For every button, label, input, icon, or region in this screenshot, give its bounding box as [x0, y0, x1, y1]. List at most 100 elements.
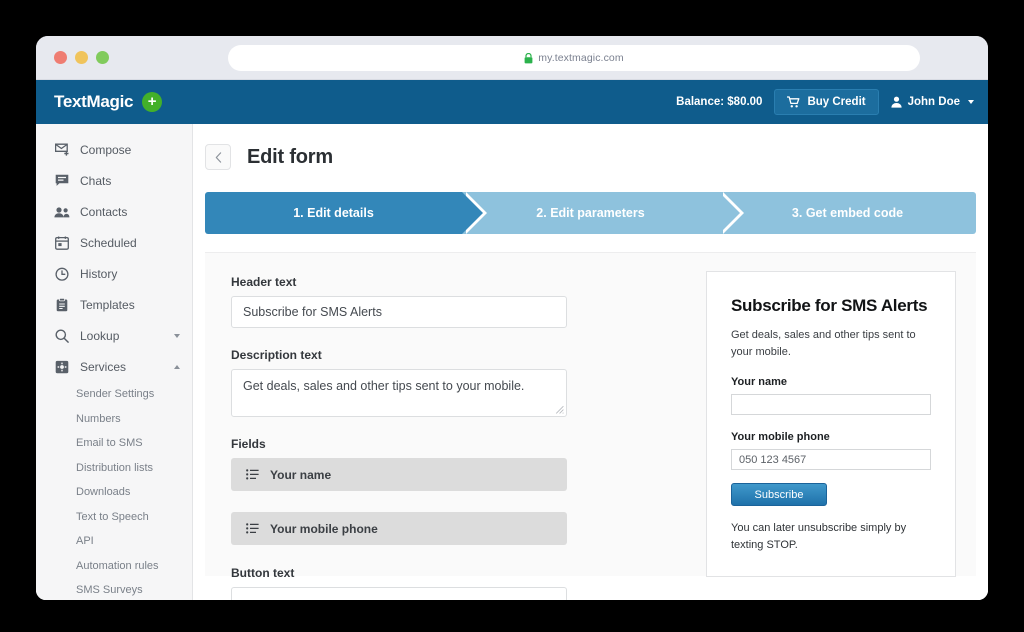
- sidebar-item-label: Contacts: [80, 204, 128, 219]
- sidebar-item-chats[interactable]: Chats: [36, 165, 192, 196]
- field-chip-your-mobile-phone[interactable]: Your mobile phone: [231, 512, 567, 545]
- sidebar-item-contacts[interactable]: Contacts: [36, 196, 192, 227]
- chat-bubble-icon: [54, 174, 70, 187]
- sidebar-subitem-label: Text to Speech: [76, 510, 149, 523]
- header-text-input[interactable]: Subscribe for SMS Alerts: [231, 296, 567, 328]
- field-chip-label: Your name: [270, 467, 332, 482]
- sidebar-subitem-downloads[interactable]: Downloads: [36, 480, 192, 505]
- sidebar-item-compose[interactable]: Compose: [36, 134, 192, 165]
- sidebar-subitem-sms-surveys[interactable]: SMS Surveys: [36, 578, 192, 600]
- step-wizard: 1. Edit details 2. Edit parameters 3. Ge…: [205, 192, 976, 234]
- preview-note: You can later unsubscribe simply by text…: [731, 522, 907, 551]
- sidebar-subitem-label: SMS Surveys: [76, 584, 143, 597]
- field-chip-your-name[interactable]: Your name: [231, 458, 567, 491]
- page-title: Edit form: [247, 145, 333, 168]
- sidebar-item-label: Compose: [80, 142, 132, 157]
- description-text-input[interactable]: Get deals, sales and other tips sent to …: [231, 369, 567, 417]
- preview-pane: Subscribe for SMS Alerts Get deals, sale…: [686, 253, 976, 577]
- brand-logo[interactable]: TextMagic +: [54, 92, 163, 112]
- sidebar-item-services[interactable]: Services: [36, 351, 192, 382]
- sidebar-subitem-sender-settings[interactable]: Sender Settings: [36, 382, 192, 407]
- compose-envelope-icon: [54, 143, 70, 156]
- sidebar-item-label: Templates: [80, 297, 135, 312]
- address-bar[interactable]: my.textmagic.com: [228, 45, 920, 71]
- preview-subscribe-button[interactable]: Subscribe: [731, 483, 827, 507]
- sidebar: Compose Chats Contacts Scheduled History…: [36, 124, 193, 600]
- sidebar-subitem-numbers[interactable]: Numbers: [36, 407, 192, 432]
- buy-credit-button[interactable]: Buy Credit: [774, 89, 879, 115]
- preview-phone-label: Your mobile phone: [731, 431, 830, 444]
- calendar-icon: [54, 236, 70, 250]
- padlock-icon: [524, 52, 533, 64]
- sidebar-subitem-email-to-sms[interactable]: Email to SMS: [36, 431, 192, 456]
- search-icon: [54, 329, 70, 343]
- header-text-label: Header text: [231, 275, 297, 289]
- sidebar-item-label: Services: [80, 359, 127, 374]
- sidebar-subitem-label: Distribution lists: [76, 461, 154, 474]
- chevron-down-icon: [968, 100, 974, 104]
- cart-icon: [787, 96, 800, 108]
- preview-name-input[interactable]: [731, 394, 931, 416]
- user-menu[interactable]: John Doe: [891, 96, 974, 108]
- button-text-input[interactable]: [231, 587, 567, 600]
- drag-list-icon: [246, 469, 259, 480]
- navbar-right-group: Balance: $80.00 Buy Credit John Doe: [676, 89, 974, 115]
- chevron-up-icon: [174, 364, 180, 369]
- step-2-edit-parameters[interactable]: 2. Edit parameters: [462, 192, 744, 234]
- sidebar-item-history[interactable]: History: [36, 258, 192, 289]
- clipboard-icon: [54, 297, 70, 312]
- sidebar-subitem-label: Numbers: [76, 412, 121, 425]
- step-3-get-embed-code[interactable]: 3. Get embed code: [719, 192, 976, 234]
- sidebar-subitem-label: API: [76, 535, 94, 548]
- sidebar-subitem-automation-rules[interactable]: Automation rules: [36, 554, 192, 579]
- field-chip-label: Your mobile phone: [270, 521, 378, 536]
- top-navbar: TextMagic + Balance: $80.00 Buy Credit J…: [36, 80, 988, 124]
- button-text-label: Button text: [231, 566, 295, 580]
- sidebar-item-label: Chats: [80, 173, 112, 188]
- step-1-edit-details[interactable]: 1. Edit details: [205, 192, 487, 234]
- buy-credit-label: Buy Credit: [807, 96, 866, 108]
- sidebar-item-label: Scheduled: [80, 235, 137, 250]
- window-traffic-lights: [54, 51, 109, 64]
- textmagic-app: TextMagic + Balance: $80.00 Buy Credit J…: [36, 80, 988, 600]
- back-button[interactable]: [205, 144, 231, 170]
- sidebar-subitem-distribution-lists[interactable]: Distribution lists: [36, 456, 192, 481]
- page-header: Edit form: [193, 124, 988, 170]
- chevron-left-icon: [215, 151, 222, 163]
- contacts-people-icon: [54, 206, 70, 218]
- sidebar-item-scheduled[interactable]: Scheduled: [36, 227, 192, 258]
- step-separator: [462, 192, 483, 234]
- preview-name-label: Your name: [731, 376, 788, 389]
- sidebar-subitem-text-to-speech[interactable]: Text to Speech: [36, 505, 192, 530]
- description-text-value: Get deals, sales and other tips sent to …: [243, 379, 525, 393]
- description-text-label: Description text: [231, 348, 322, 362]
- sidebar-item-lookup[interactable]: Lookup: [36, 320, 192, 351]
- sidebar-subitem-api[interactable]: API: [36, 529, 192, 554]
- maximize-window-button[interactable]: [96, 51, 109, 64]
- fields-label: Fields: [231, 437, 266, 451]
- editor-form: Header text Subscribe for SMS Alerts Des…: [205, 253, 686, 600]
- close-window-button[interactable]: [54, 51, 67, 64]
- browser-titlebar: my.textmagic.com: [36, 36, 988, 80]
- preview-description: Get deals, sales and other tips sent to …: [731, 329, 916, 358]
- step-separator: [719, 192, 740, 234]
- drag-list-icon: [246, 523, 259, 534]
- preview-phone-input[interactable]: 050 123 4567: [731, 449, 931, 471]
- user-name-label: John Doe: [907, 96, 960, 108]
- editor-area: Header text Subscribe for SMS Alerts Des…: [205, 252, 976, 600]
- app-body: Compose Chats Contacts Scheduled History…: [36, 124, 988, 600]
- address-bar-text: my.textmagic.com: [538, 52, 624, 64]
- plus-badge-icon: +: [142, 92, 163, 112]
- person-icon: [891, 96, 902, 108]
- balance-label: Balance: $80.00: [676, 96, 763, 108]
- resize-handle-icon[interactable]: [555, 405, 564, 414]
- step-label: 3. Get embed code: [791, 206, 904, 220]
- gear-box-icon: [54, 360, 70, 374]
- minimize-window-button[interactable]: [75, 51, 88, 64]
- sidebar-subitem-label: Sender Settings: [76, 388, 155, 401]
- sidebar-item-label: Lookup: [80, 328, 120, 343]
- main-content: Edit form 1. Edit details 2. Edit parame…: [193, 124, 988, 600]
- brand-name: TextMagic: [54, 92, 134, 111]
- sidebar-item-templates[interactable]: Templates: [36, 289, 192, 320]
- step-label: 1. Edit details: [293, 206, 374, 220]
